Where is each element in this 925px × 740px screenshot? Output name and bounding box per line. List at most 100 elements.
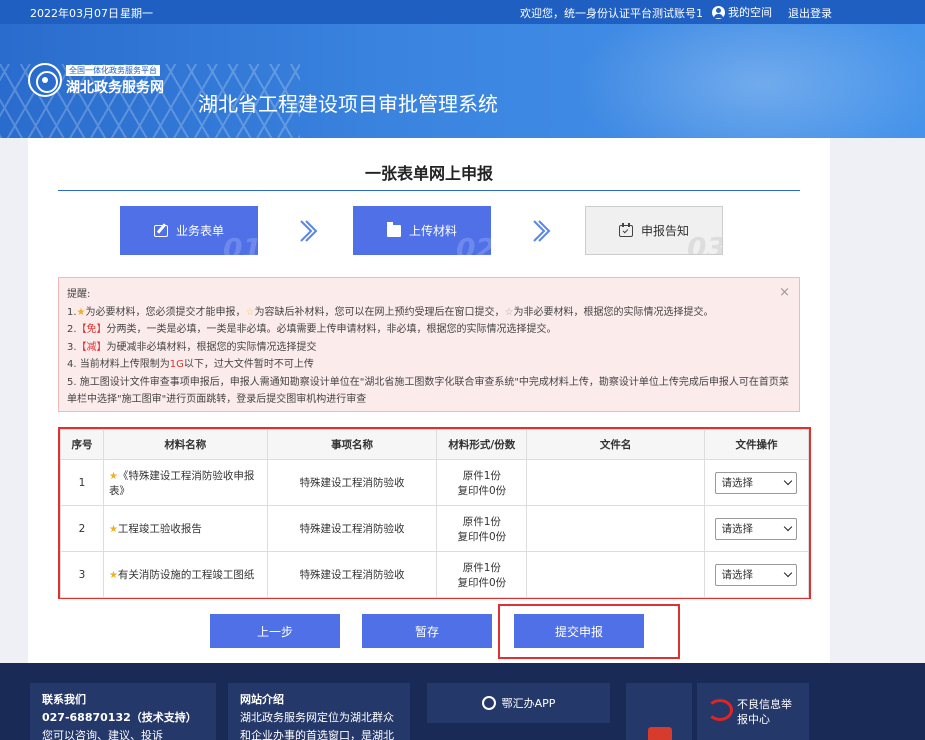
app-icon — [481, 696, 496, 710]
file-name — [526, 459, 705, 506]
step-label: 上传材料 — [408, 224, 457, 238]
step-declaration-notice[interactable]: 申报告知 03 — [585, 206, 723, 255]
footer-emblem-box[interactable] — [626, 683, 692, 740]
chevron-down-icon — [784, 476, 793, 486]
materials-table-highlight: 序号 材料名称 事项名称 材料形式/份数 文件名 文件操作 1 ★《特殊建设工程… — [58, 427, 811, 599]
material-form: 原件1份 复印件0份 — [436, 505, 528, 552]
about-line: 和企业办事的首选窗口，是湖北 — [240, 729, 394, 740]
material-name: ★有关消防设施的工程竣工图纸 — [102, 551, 268, 598]
report-label: 报中心 — [737, 713, 770, 726]
table-row: 3 ★有关消防设施的工程竣工图纸 特殊建设工程消防验收 原件1份 复印件0份 请选… — [60, 551, 810, 598]
chevron-right-icon — [300, 220, 318, 242]
table-header-row: 序号 材料名称 事项名称 材料形式/份数 文件名 文件操作 — [60, 429, 810, 460]
file-operation: 请选择 — [703, 505, 810, 552]
star-solid-icon: ★ — [76, 306, 86, 318]
portal-logo[interactable]: 全国一体化政务服务平台 湖北政务服务网 — [28, 62, 164, 97]
app-download-link[interactable]: 鄂汇办APP — [427, 683, 610, 723]
star-solid-icon: ★ — [108, 570, 118, 581]
step-label: 业务表单 — [175, 224, 224, 238]
logout-link[interactable]: 退出登录 — [788, 5, 832, 21]
file-name — [526, 505, 705, 552]
col-header: 文件操作 — [703, 429, 810, 460]
header-banner: 全国一体化政务服务平台 湖北政务服务网 湖北省工程建设项目审批管理系统 — [0, 24, 925, 138]
row-number: 3 — [60, 551, 104, 598]
my-space-link[interactable]: 我的空间 — [712, 4, 772, 20]
file-operation: 请选择 — [703, 459, 810, 506]
row-number: 1 — [60, 459, 104, 506]
emblem-icon — [28, 62, 62, 97]
report-center-link[interactable]: 不良信息举 报中心 — [697, 683, 809, 740]
edit-icon — [153, 224, 168, 237]
step-number: 03 — [687, 231, 723, 255]
reminder-alert: × 提醒: 1.★为必要材料，您必须提交才能申报，☆为容缺后补材料，您可以在网上… — [58, 277, 800, 412]
star-solid-icon: ★ — [108, 470, 118, 482]
portal-name: 湖北政务服务网 — [66, 80, 164, 96]
star-solid-icon: ★ — [108, 524, 118, 535]
alert-line-2: 2.【免】分两类，一类是必填，一类是非必填。必填需要上传申请材料，非必填，根据您… — [67, 324, 557, 335]
chevron-down-icon — [784, 568, 793, 578]
current-date: 2022年03月07日 — [30, 7, 119, 20]
alert-line-3: 3.【减】为硬减非必填材料，根据您的实际情况选择提交 — [67, 341, 317, 353]
system-name: 湖北省工程建设项目审批管理系统 — [198, 92, 498, 116]
col-header: 序号 — [60, 429, 104, 460]
table-row: 1 ★《特殊建设工程消防验收申报表》 特殊建设工程消防验收 原件1份 复印件0份 … — [60, 459, 810, 506]
contact-more: 您可以咨询、建议、投诉 — [42, 729, 163, 740]
alert-line-5: 5. 施工图设计文件审查事项申报后，申报人需通知勘察设计单位在"湖北省施工图数字… — [67, 376, 789, 406]
alert-heading: 提醒: — [67, 289, 91, 300]
table-row: 2 ★工程竣工验收报告 特殊建设工程消防验收 原件1份 复印件0份 请选择 — [60, 505, 810, 552]
report-label: 不良信息举 — [737, 698, 792, 711]
item-name: 特殊建设工程消防验收 — [266, 459, 438, 506]
platform-tag: 全国一体化政务服务平台 — [66, 65, 160, 76]
welcome-text: 欢迎您，统一身份认证平台测试账号1 — [520, 7, 703, 20]
alert-line-4: 4. 当前材料上传限制为1G以下，过大文件暂时不可上传 — [67, 359, 314, 370]
footer-about: 网站介绍 湖北政务服务网定位为湖北群众 和企业办事的首选窗口，是湖北 — [228, 683, 410, 740]
step-number: 01 — [223, 232, 258, 255]
contact-title: 联系我们 — [42, 693, 86, 706]
alert-line-1: 1.★为必要材料，您必须提交才能申报，☆为容缺后补材料，您可以在网上预约受理后在… — [67, 304, 791, 322]
save-draft-button[interactable]: 暂存 — [362, 614, 492, 648]
file-name — [526, 551, 705, 598]
chevron-down-icon — [784, 522, 793, 532]
submit-highlight-box — [498, 604, 680, 659]
col-header: 材料形式/份数 — [436, 429, 528, 460]
materials-table: 序号 材料名称 事项名称 材料形式/份数 文件名 文件操作 1 ★《特殊建设工程… — [60, 429, 810, 598]
item-name: 特殊建设工程消防验收 — [266, 505, 438, 552]
step-number: 02 — [456, 232, 491, 255]
col-header: 材料名称 — [102, 429, 268, 460]
step-business-form[interactable]: 业务表单 01 — [120, 206, 258, 255]
calendar-icon — [618, 222, 633, 237]
government-emblem-icon — [648, 727, 672, 740]
folder-icon — [386, 221, 401, 237]
title-underline — [58, 190, 800, 191]
about-line: 湖北政务服务网定位为湖北群众 — [240, 711, 394, 724]
material-form: 原件1份 复印件0份 — [436, 551, 528, 598]
row-number: 2 — [60, 505, 104, 552]
col-header: 文件名 — [526, 429, 705, 460]
material-form: 原件1份 复印件0份 — [436, 459, 528, 506]
footer-contact: 联系我们 027-68870132（技术支持） 您可以咨询、建议、投诉 — [30, 683, 216, 740]
file-operation-select[interactable]: 请选择 — [715, 517, 798, 540]
top-bar: 2022年03月07日 星期一 欢迎您，统一身份认证平台测试账号1 我的空间 退… — [0, 0, 925, 24]
app-label: 鄂汇办APP — [501, 697, 556, 710]
contact-phone: 027-68870132（技术支持） — [42, 711, 197, 724]
step-upload-materials[interactable]: 上传材料 02 — [353, 206, 491, 255]
main-card: 一张表单网上申报 业务表单 01 上传材料 02 申报告知 03 × 提醒: 1… — [28, 138, 830, 664]
current-weekday: 星期一 — [120, 7, 153, 20]
file-operation: 请选择 — [703, 551, 810, 598]
item-name: 特殊建设工程消防验收 — [266, 551, 438, 598]
file-operation-select[interactable]: 请选择 — [715, 471, 798, 494]
chevron-right-icon — [533, 220, 551, 242]
footer: 联系我们 027-68870132（技术支持） 您可以咨询、建议、投诉 网站介绍… — [0, 663, 925, 740]
about-title: 网站介绍 — [240, 693, 284, 706]
user-icon — [712, 5, 725, 19]
report-center-icon — [707, 699, 733, 721]
close-icon[interactable]: × — [779, 284, 790, 302]
page-title: 一张表单网上申报 — [364, 164, 493, 183]
prev-step-button[interactable]: 上一步 — [210, 614, 340, 648]
material-name: ★工程竣工验收报告 — [102, 505, 268, 552]
step-label: 申报告知 — [640, 224, 689, 238]
my-space-label: 我的空间 — [728, 6, 772, 19]
material-name: ★《特殊建设工程消防验收申报表》 — [102, 459, 268, 506]
file-operation-select[interactable]: 请选择 — [715, 563, 798, 586]
col-header: 事项名称 — [266, 429, 438, 460]
